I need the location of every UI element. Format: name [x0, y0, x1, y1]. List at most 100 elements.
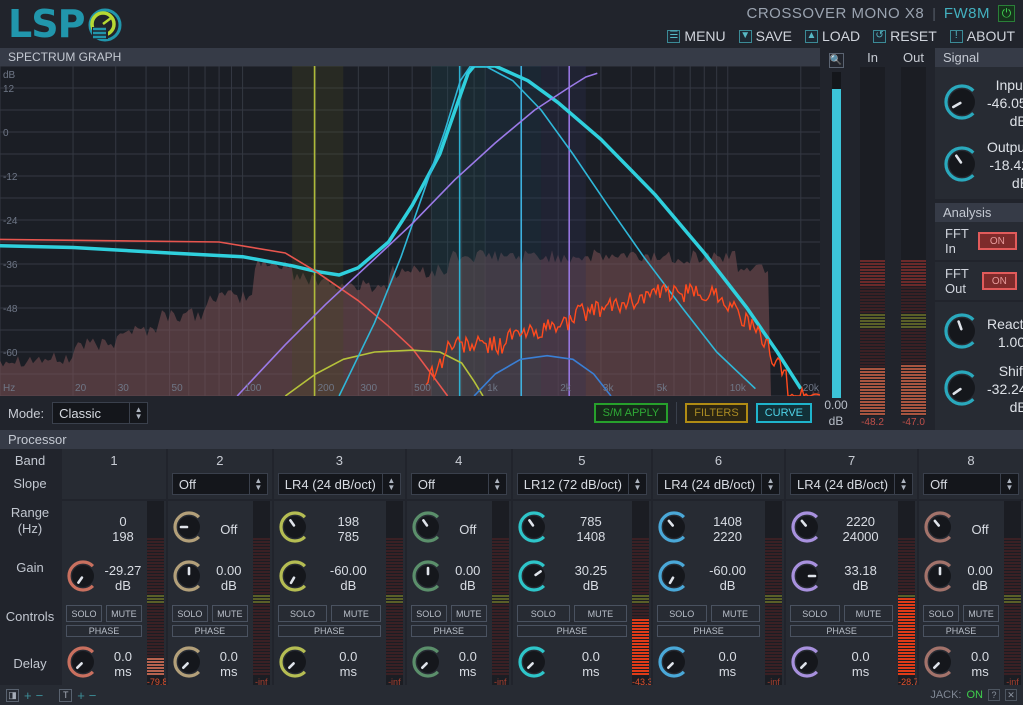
- slope-value: LR12 (72 dB/oct): [523, 476, 622, 492]
- band-solo-button[interactable]: SOLO: [277, 605, 328, 622]
- band-solo-mute-row: SOLO MUTE: [171, 605, 248, 622]
- input-gain-knob[interactable]: Input -46.05 dB: [935, 73, 1023, 135]
- band-delay-knob[interactable]: [66, 645, 100, 684]
- band-solo-button[interactable]: SOLO: [171, 605, 208, 622]
- zoom-slider[interactable]: [831, 72, 841, 398]
- toggle-state[interactable]: ON: [977, 232, 1017, 250]
- band-phase-button[interactable]: PHASE: [171, 625, 248, 637]
- meter-label: Out: [903, 50, 924, 65]
- x-tick-20k: 20k: [803, 383, 820, 394]
- output-gain-knob[interactable]: Output -18.42 dB: [935, 135, 1023, 197]
- fft-out-toggle[interactable]: FFT Out ON: [935, 262, 1023, 300]
- band-range-knob[interactable]: [172, 510, 206, 549]
- font-size-icon[interactable]: T: [59, 688, 73, 702]
- band-solo-button[interactable]: SOLO: [516, 605, 570, 622]
- font-size-icon-minus[interactable]: −: [89, 688, 97, 703]
- menu-item-menu[interactable]: ☰ MENU: [667, 28, 726, 44]
- x-tick-3k: 3k: [603, 383, 615, 394]
- spectrum-graph[interactable]: Hz 20 30 50 100 200 300 500 1k 2k 3k 5k 10k 20k dB 12 0 -…: [0, 66, 820, 396]
- band-mute-button[interactable]: MUTE: [843, 605, 894, 622]
- band-delay-knob[interactable]: [923, 645, 957, 684]
- band-phase-button[interactable]: PHASE: [516, 625, 627, 637]
- band-mute-button[interactable]: MUTE: [573, 605, 627, 622]
- band-delay-knob[interactable]: [278, 645, 312, 684]
- band-3-slope-select[interactable]: LR4 (24 dB/oct) ▲ ▼: [274, 473, 405, 495]
- band-delay-knob[interactable]: [411, 645, 445, 684]
- band-gain-knob[interactable]: [172, 559, 206, 598]
- band-phase-button[interactable]: PHASE: [790, 625, 894, 637]
- scaling-icon[interactable]: ◨: [6, 688, 19, 702]
- band-gain-knob[interactable]: [411, 559, 445, 598]
- y-tick--48: -48: [3, 304, 18, 315]
- sm-apply-button[interactable]: S/M APPLY: [593, 403, 669, 423]
- band-mute-button[interactable]: MUTE: [211, 605, 248, 622]
- band-meter: -28.7: [898, 501, 919, 685]
- band-solo-button[interactable]: SOLO: [410, 605, 447, 622]
- band-gain-knob[interactable]: [66, 559, 100, 598]
- band-phase-button[interactable]: PHASE: [66, 625, 142, 637]
- help-icon[interactable]: ?: [988, 689, 1000, 701]
- menu-item-save[interactable]: ▼ SAVE: [738, 28, 792, 44]
- band-delay-knob[interactable]: [172, 645, 206, 684]
- scaling-icon-plus[interactable]: +: [24, 688, 32, 703]
- meter-in: In -48.2: [852, 50, 893, 430]
- shift-knob[interactable]: Shift -32.24 dB: [935, 359, 1023, 421]
- reactivity-knob[interactable]: Reactivity1.00 ms: [935, 308, 1023, 359]
- band-mute-button[interactable]: MUTE: [331, 605, 381, 622]
- band-gain-knob[interactable]: [657, 559, 691, 598]
- toggle-state[interactable]: ON: [981, 272, 1017, 290]
- band-solo-button[interactable]: SOLO: [66, 605, 102, 622]
- band-solo-button[interactable]: SOLO: [657, 605, 707, 622]
- knob-dial[interactable]: [943, 145, 981, 188]
- band-delay-value: 0.0 ms: [339, 649, 358, 679]
- band-6-slope-select[interactable]: LR4 (24 dB/oct) ▲ ▼: [653, 473, 784, 495]
- band-column-4: 4 Off ▲ ▼ Off 0.00 dB SOLO MUTE PHASE 0.0 ms -inf: [404, 449, 511, 685]
- knob-dial[interactable]: [943, 369, 981, 412]
- filters-button[interactable]: FILTERS: [685, 403, 748, 423]
- font-size-icon-plus[interactable]: +: [77, 688, 85, 703]
- band-phase-button[interactable]: PHASE: [923, 625, 999, 637]
- band-8-slope-select[interactable]: Off ▲ ▼: [919, 473, 1023, 495]
- band-mute-button[interactable]: MUTE: [105, 605, 142, 622]
- band-delay-knob[interactable]: [517, 645, 551, 684]
- band-range-knob[interactable]: [278, 510, 312, 549]
- band-range-knob[interactable]: [411, 510, 445, 549]
- band-range-knob[interactable]: [790, 510, 824, 549]
- band-phase-button[interactable]: PHASE: [657, 625, 761, 637]
- band-mute-button[interactable]: MUTE: [963, 605, 999, 622]
- fft-in-toggle[interactable]: FFT In ON: [935, 222, 1023, 260]
- menu-item-reset[interactable]: ↺ RESET: [873, 28, 937, 44]
- band-gain-knob[interactable]: [278, 559, 312, 598]
- band-4-slope-select[interactable]: Off ▲ ▼: [407, 473, 511, 495]
- band-gain-knob[interactable]: [790, 559, 824, 598]
- band-phase-button[interactable]: PHASE: [410, 625, 487, 637]
- curve-button[interactable]: CURVE: [755, 403, 812, 423]
- band-delay-row: 0.0 ms: [278, 641, 381, 685]
- band-2-slope-select[interactable]: Off ▲ ▼: [168, 473, 272, 495]
- band-phase-button[interactable]: PHASE: [277, 625, 381, 637]
- menu-item-about[interactable]: ! ABOUT: [949, 28, 1015, 44]
- close-icon[interactable]: ✕: [1005, 689, 1017, 701]
- band-delay-row: 0.0 ms: [172, 641, 248, 685]
- knob-dial[interactable]: [943, 312, 981, 355]
- band-delay-knob[interactable]: [790, 645, 824, 684]
- band-5-slope-select[interactable]: LR12 (72 dB/oct) ▲ ▼: [513, 473, 651, 495]
- menu-item-load[interactable]: ▲ LOAD: [804, 28, 860, 44]
- band-mute-button[interactable]: MUTE: [710, 605, 761, 622]
- band-solo-button[interactable]: SOLO: [790, 605, 840, 622]
- band-delay-knob[interactable]: [657, 645, 691, 684]
- mode-select[interactable]: Classic ▲ ▼: [52, 402, 149, 424]
- band-7-slope-select[interactable]: LR4 (24 dB/oct) ▲ ▼: [786, 473, 917, 495]
- band-7-head: 7 LR4 (24 dB/oct) ▲ ▼: [786, 449, 918, 499]
- band-range-knob[interactable]: [517, 510, 551, 549]
- band-gain-knob[interactable]: [923, 559, 957, 598]
- magnifier-icon[interactable]: 🔍: [828, 53, 844, 68]
- scaling-icon-minus[interactable]: −: [36, 688, 44, 703]
- power-icon[interactable]: ⏻: [998, 4, 1015, 22]
- band-solo-button[interactable]: SOLO: [923, 605, 960, 622]
- band-gain-knob[interactable]: [517, 559, 551, 598]
- band-mute-button[interactable]: MUTE: [450, 605, 487, 622]
- band-range-knob[interactable]: [657, 510, 691, 549]
- knob-dial[interactable]: [943, 83, 981, 126]
- band-range-knob[interactable]: [923, 510, 957, 549]
